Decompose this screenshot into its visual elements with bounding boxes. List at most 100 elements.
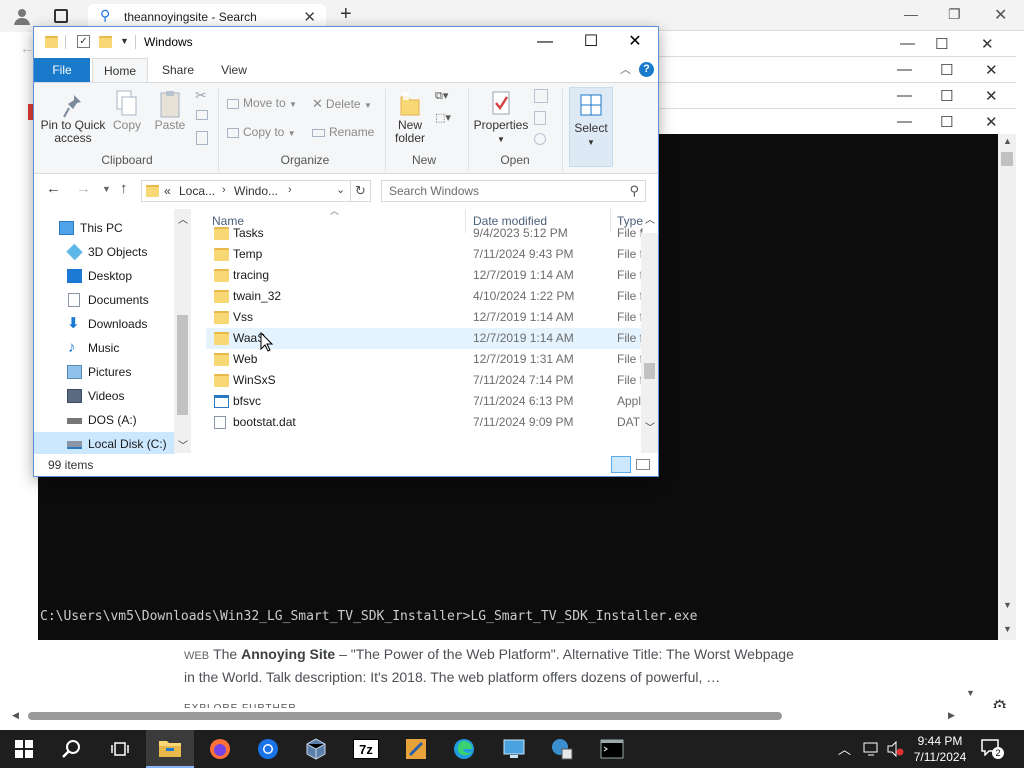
- up-button[interactable]: ↑: [120, 180, 128, 197]
- tab-home[interactable]: Home: [92, 58, 148, 82]
- history-icon[interactable]: [534, 133, 546, 145]
- scroll-down-arrow[interactable]: ▼: [966, 688, 975, 698]
- bg1-close-button[interactable]: ✕: [981, 35, 994, 53]
- console-minimize-button[interactable]: —: [897, 113, 912, 130]
- nav-item-dos-a[interactable]: DOS (A:): [34, 408, 174, 432]
- recent-locations-icon[interactable]: ▼: [102, 184, 111, 194]
- nav-item-3d-objects[interactable]: 3D Objects: [34, 240, 174, 264]
- tab-share[interactable]: Share: [152, 58, 204, 82]
- nav-item-local-disk-c[interactable]: Local Disk (C:): [34, 432, 175, 456]
- taskbar-remote-desktop[interactable]: [490, 730, 538, 768]
- bg3-maximize-button[interactable]: ☐: [940, 87, 953, 105]
- system-clock[interactable]: 9:44 PM 7/11/2024: [910, 733, 970, 765]
- taskbar-file-explorer[interactable]: [146, 730, 194, 768]
- address-crumb-overflow[interactable]: «: [164, 184, 171, 198]
- taskbar-edge[interactable]: [440, 730, 488, 768]
- nav-item-music[interactable]: ♪ Music: [34, 336, 174, 360]
- bg3-close-button[interactable]: ✕: [985, 87, 998, 105]
- bg2-close-button[interactable]: ✕: [985, 61, 998, 79]
- nav-scroll-thumb[interactable]: [177, 315, 188, 415]
- scroll-right-arrow[interactable]: ▶: [948, 710, 955, 721]
- taskbar-firefox[interactable]: [196, 730, 244, 768]
- explorer-close-button[interactable]: ✕: [612, 27, 658, 57]
- nav-item-documents[interactable]: Documents: [34, 288, 174, 312]
- bg3-minimize-button[interactable]: —: [897, 87, 912, 104]
- copy-to-button[interactable]: Copy to ▼: [227, 126, 307, 140]
- profile-icon[interactable]: [12, 6, 32, 26]
- console-scroll-thumb[interactable]: [1001, 152, 1013, 166]
- bg2-maximize-button[interactable]: ☐: [940, 61, 953, 79]
- console-scroll-down[interactable]: ▼: [1003, 600, 1012, 610]
- file-row-web[interactable]: Web 12/7/2019 1:31 AM File f: [206, 349, 644, 370]
- pin-to-quick-access-button[interactable]: Pin to Quick access: [38, 93, 108, 145]
- bg2-minimize-button[interactable]: —: [897, 61, 912, 78]
- background-window-1[interactable]: — ☐ ✕: [655, 30, 1024, 56]
- taskbar-virtualbox[interactable]: [292, 730, 340, 768]
- address-dropdown-icon[interactable]: ⌄: [336, 183, 345, 196]
- close-tab-icon[interactable]: ✕: [303, 8, 316, 26]
- browser-minimize-button[interactable]: —: [904, 6, 918, 22]
- nav-item-desktop[interactable]: Desktop: [34, 264, 174, 288]
- cut-icon[interactable]: ✂: [195, 87, 207, 104]
- taskbar-search-button[interactable]: [48, 730, 96, 768]
- delete-button[interactable]: ✕ Delete ▼: [312, 97, 382, 112]
- select-button[interactable]: Select ▼: [569, 87, 613, 167]
- paste-shortcut-icon[interactable]: [196, 131, 208, 145]
- file-row-temp[interactable]: Temp 7/11/2024 9:43 PM File f: [206, 244, 644, 265]
- navigation-scrollbar[interactable]: ︿ ﹀: [174, 209, 191, 453]
- new-folder-qat-icon[interactable]: [99, 36, 112, 48]
- result-title[interactable]: Annoying Site: [241, 646, 335, 662]
- open-icon[interactable]: [534, 89, 548, 103]
- details-view-icon[interactable]: [611, 456, 631, 473]
- nav-scroll-down[interactable]: ﹀: [178, 437, 188, 452]
- action-center-button[interactable]: 2: [980, 738, 1004, 760]
- taskbar-command-prompt[interactable]: [588, 730, 636, 768]
- file-row-vss[interactable]: Vss 12/7/2019 1:14 AM File f: [206, 307, 644, 328]
- bg1-minimize-button[interactable]: —: [900, 35, 915, 52]
- file-row-twain-32[interactable]: twain_32 4/10/2024 1:22 PM File f: [206, 286, 644, 307]
- show-hidden-icons-icon[interactable]: ︿: [838, 739, 851, 758]
- help-icon[interactable]: ?: [639, 62, 654, 77]
- console-scroll-up[interactable]: ▲: [1003, 136, 1012, 146]
- file-explorer-window[interactable]: ✓ ▼ Windows — ☐ ✕ File Home Share View ︿…: [33, 26, 659, 477]
- browser-restore-button[interactable]: ❐: [948, 6, 961, 23]
- volume-muted-icon[interactable]: [886, 741, 904, 757]
- file-row-winsxs[interactable]: WinSxS 7/11/2024 7:14 PM File f: [206, 370, 644, 391]
- list-scroll-up[interactable]: ︿: [645, 211, 655, 226]
- nav-item-pictures[interactable]: Pictures: [34, 360, 174, 384]
- background-window-2[interactable]: — ☐ ✕: [655, 56, 1016, 82]
- file-row-tasks[interactable]: Tasks 9/4/2023 5:12 PM File f: [206, 223, 644, 244]
- qat-dropdown-icon[interactable]: ▼: [120, 36, 129, 46]
- explorer-title-bar[interactable]: ✓ ▼ Windows — ☐ ✕: [34, 27, 658, 58]
- background-window-3[interactable]: — ☐ ✕: [655, 82, 1016, 108]
- file-row-bfsvc[interactable]: bfsvc 7/11/2024 6:13 PM Appl: [206, 391, 644, 412]
- explorer-minimize-button[interactable]: —: [522, 27, 568, 57]
- nav-item-this-pc[interactable]: This PC: [34, 216, 174, 240]
- crumb-chevron-icon[interactable]: ›: [288, 184, 292, 196]
- taskbar-7zip[interactable]: 7z: [342, 730, 390, 768]
- ribbon-collapse-icon[interactable]: ︿: [620, 61, 631, 77]
- back-arrow-icon[interactable]: ←: [20, 40, 34, 56]
- new-folder-button[interactable]: New folder: [390, 89, 430, 145]
- taskbar-paint-app[interactable]: [392, 730, 440, 768]
- network-icon[interactable]: [862, 741, 880, 757]
- nav-item-videos[interactable]: Videos: [34, 384, 174, 408]
- console-maximize-button[interactable]: ☐: [940, 113, 953, 131]
- move-to-button[interactable]: Move to ▼: [227, 97, 307, 111]
- taskbar-chrome[interactable]: [244, 730, 292, 768]
- task-view-button[interactable]: [96, 730, 144, 768]
- copy-button[interactable]: Copy: [110, 89, 144, 132]
- refresh-icon[interactable]: ↻: [351, 180, 371, 202]
- console-scrollbar[interactable]: ▲ ▼ ▼: [998, 134, 1016, 640]
- console-close-button[interactable]: ✕: [985, 113, 998, 131]
- search-box[interactable]: ⚲: [381, 180, 646, 202]
- console-titlebar[interactable]: — ☐ ✕: [655, 108, 1016, 134]
- tab-file[interactable]: File: [34, 58, 90, 82]
- rename-button[interactable]: Rename: [312, 126, 382, 139]
- easy-access-icon[interactable]: ⬚▾: [435, 111, 457, 125]
- file-row-bootstat-dat[interactable]: bootstat.dat 7/11/2024 9:09 PM DAT: [206, 412, 644, 433]
- browser-close-button[interactable]: ✕: [994, 5, 1007, 25]
- new-tab-icon[interactable]: +: [340, 3, 352, 26]
- taskbar-network-app[interactable]: [538, 730, 586, 768]
- address-bar[interactable]: « Loca... › Windo... › ⌄: [141, 180, 351, 202]
